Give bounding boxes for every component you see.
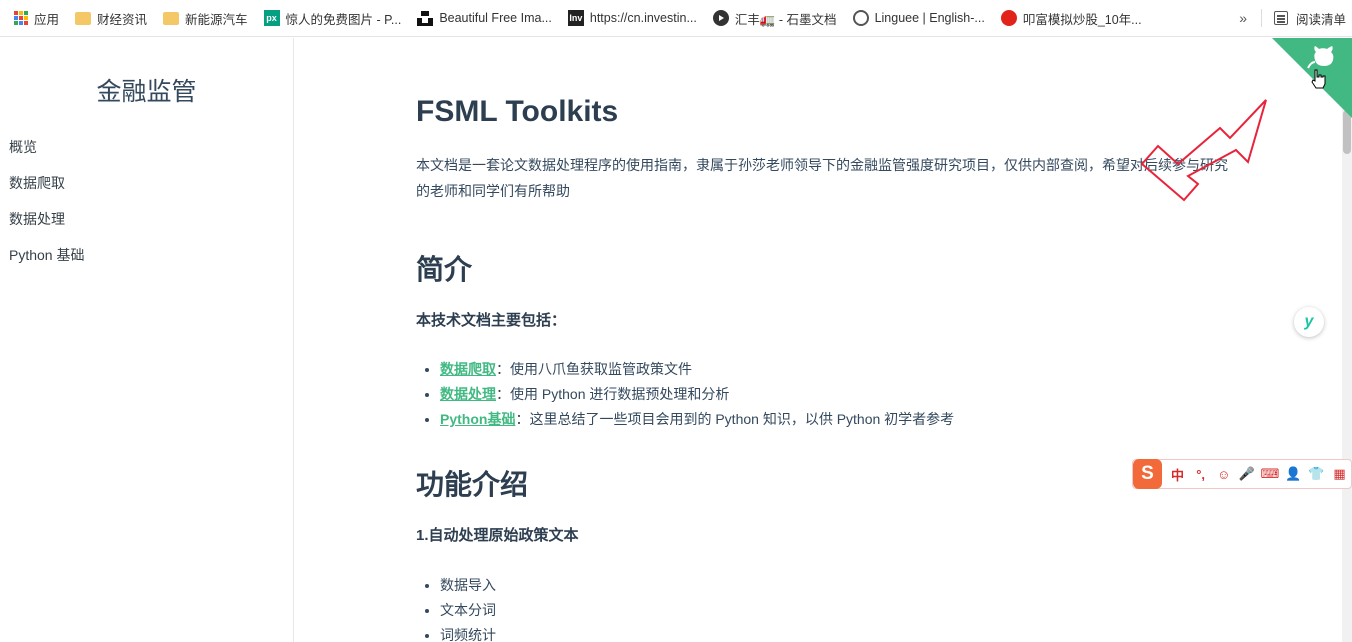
bookmark-apps[interactable]: 应用 — [8, 5, 65, 31]
ime-toolbar[interactable]: S 中 °, ☺ 🎤 ⌨ 👤 👕 ▦ — [1132, 459, 1352, 489]
list-item: 数据爬取：使用八爪鱼获取监管政策文件 — [440, 357, 1246, 382]
sidebar-nav: 概览 数据爬取 数据处理 Python 基础 — [0, 129, 293, 273]
scrollbar[interactable] — [1342, 38, 1352, 642]
section-heading-intro: 简介 — [416, 254, 473, 285]
reading-list-label: 阅读清单 — [1295, 12, 1346, 27]
sidebar-item-python-basics[interactable]: Python 基础 — [0, 237, 293, 273]
apps-icon — [14, 11, 28, 25]
link-python-basics[interactable]: Python基础 — [440, 411, 515, 427]
ime-mode-chinese[interactable]: 中 — [1166, 465, 1189, 484]
ime-toolbox-icon[interactable]: ▦ — [1328, 466, 1351, 482]
main-content: FSML Toolkits 本文档是一套论文数据处理程序的使用指南，隶属于孙莎老… — [416, 38, 1246, 642]
list-item-text: ：使用八爪鱼获取监管政策文件 — [496, 361, 692, 377]
list-item: Python基础：这里总结了一些项目会用到的 Python 知识，以供 Pyth… — [440, 407, 1246, 432]
sogou-logo-icon[interactable]: S — [1133, 459, 1162, 489]
intro-paragraph: 本文档是一套论文数据处理程序的使用指南，隶属于孙莎老师领导下的金融监管强度研究项… — [416, 157, 1228, 199]
youdao-floating-button[interactable]: y — [1294, 307, 1324, 337]
globe-icon — [852, 10, 869, 26]
ime-user-icon[interactable]: 👤 — [1282, 466, 1305, 482]
bookmark-label: https://cn.investin... — [589, 11, 697, 25]
list-item-text: ：这里总结了一些项目会用到的 Python 知识，以供 Python 初学者参考 — [515, 411, 955, 427]
bookmarks-bar: 应用 财经资讯 新能源汽车 px 惊人的免费图片 - P... Beautifu… — [0, 0, 1352, 37]
list-item: 数据处理：使用 Python 进行数据预处理和分析 — [440, 382, 1246, 407]
bookmark-label: 汇丰🚛 - 石墨文档 — [734, 12, 837, 27]
list-item: 文本分词 — [440, 598, 1246, 623]
section-heading-features: 功能介绍 — [416, 469, 529, 500]
bookmark-shimo[interactable]: 汇丰🚛 - 石墨文档 — [707, 5, 843, 31]
github-corner[interactable] — [1272, 38, 1352, 118]
ime-punctuation-icon[interactable]: °, — [1189, 467, 1212, 482]
sidebar-title[interactable]: 金融监管 — [0, 76, 293, 108]
sidebar: 金融监管 概览 数据爬取 数据处理 Python 基础 — [0, 38, 294, 642]
feature-list: 数据导入 文本分词 词频统计 — [416, 573, 1246, 642]
bookmark-folder-finance[interactable]: 财经资讯 — [69, 5, 153, 31]
bookmark-unsplash[interactable]: Beautiful Free Ima... — [411, 5, 558, 31]
pexels-icon: px — [263, 10, 280, 26]
sidebar-item-data-scraping[interactable]: 数据爬取 — [0, 165, 293, 201]
ime-keyboard-icon[interactable]: ⌨ — [1258, 466, 1281, 482]
bookmark-label: 应用 — [34, 12, 60, 27]
doc-contents-list: 数据爬取：使用八爪鱼获取监管政策文件 数据处理：使用 Python 进行数据预处… — [416, 357, 1246, 432]
folder-icon — [75, 11, 92, 25]
unsplash-icon — [417, 10, 434, 26]
bookmark-label: Beautiful Free Ima... — [439, 11, 552, 25]
page-title: FSML Toolkits — [416, 95, 619, 128]
bookmarks-more-button[interactable]: » — [1239, 10, 1247, 26]
annotation-arrow — [1140, 99, 1267, 202]
bookmark-folder-ev[interactable]: 新能源汽车 — [157, 5, 254, 31]
bookmark-label: 叩富模拟炒股_10年... — [1022, 12, 1142, 27]
shimo-icon — [712, 10, 729, 26]
bookmark-label: 惊人的免费图片 - P... — [285, 12, 402, 27]
bookmark-label: 新能源汽车 — [185, 12, 248, 27]
ime-voice-icon[interactable]: 🎤 — [1235, 466, 1258, 482]
reading-list-icon — [1273, 11, 1288, 25]
section-subheading: 1.自动处理原始政策文本 — [416, 527, 579, 544]
bookmark-koufu[interactable]: 叩富模拟炒股_10年... — [995, 5, 1148, 31]
bookmark-label: Linguee | English-... — [874, 11, 985, 25]
sidebar-item-data-processing[interactable]: 数据处理 — [0, 201, 293, 237]
investing-icon: Inv — [567, 10, 584, 26]
list-item-text: ：使用 Python 进行数据预处理和分析 — [496, 386, 730, 402]
bookmark-pexels[interactable]: px 惊人的免费图片 - P... — [258, 5, 408, 31]
folder-icon — [163, 11, 180, 25]
koufu-icon — [1000, 10, 1017, 26]
ime-emoji-icon[interactable]: ☺ — [1212, 467, 1235, 482]
link-data-processing[interactable]: 数据处理 — [440, 386, 496, 402]
section-subheading: 本技术文档主要包括： — [416, 312, 567, 329]
bookmark-linguee[interactable]: Linguee | English-... — [847, 5, 991, 31]
link-data-scraping[interactable]: 数据爬取 — [440, 361, 496, 377]
reading-list-button[interactable]: 阅读清单 — [1273, 9, 1346, 28]
bookmark-investing[interactable]: Inv https://cn.investin... — [562, 5, 703, 31]
bookmark-label: 财经资讯 — [97, 12, 148, 27]
ime-skin-icon[interactable]: 👕 — [1305, 466, 1328, 482]
divider — [1260, 9, 1262, 27]
list-item: 词频统计 — [440, 623, 1246, 642]
sidebar-item-overview[interactable]: 概览 — [0, 129, 293, 165]
list-item: 数据导入 — [440, 573, 1246, 598]
